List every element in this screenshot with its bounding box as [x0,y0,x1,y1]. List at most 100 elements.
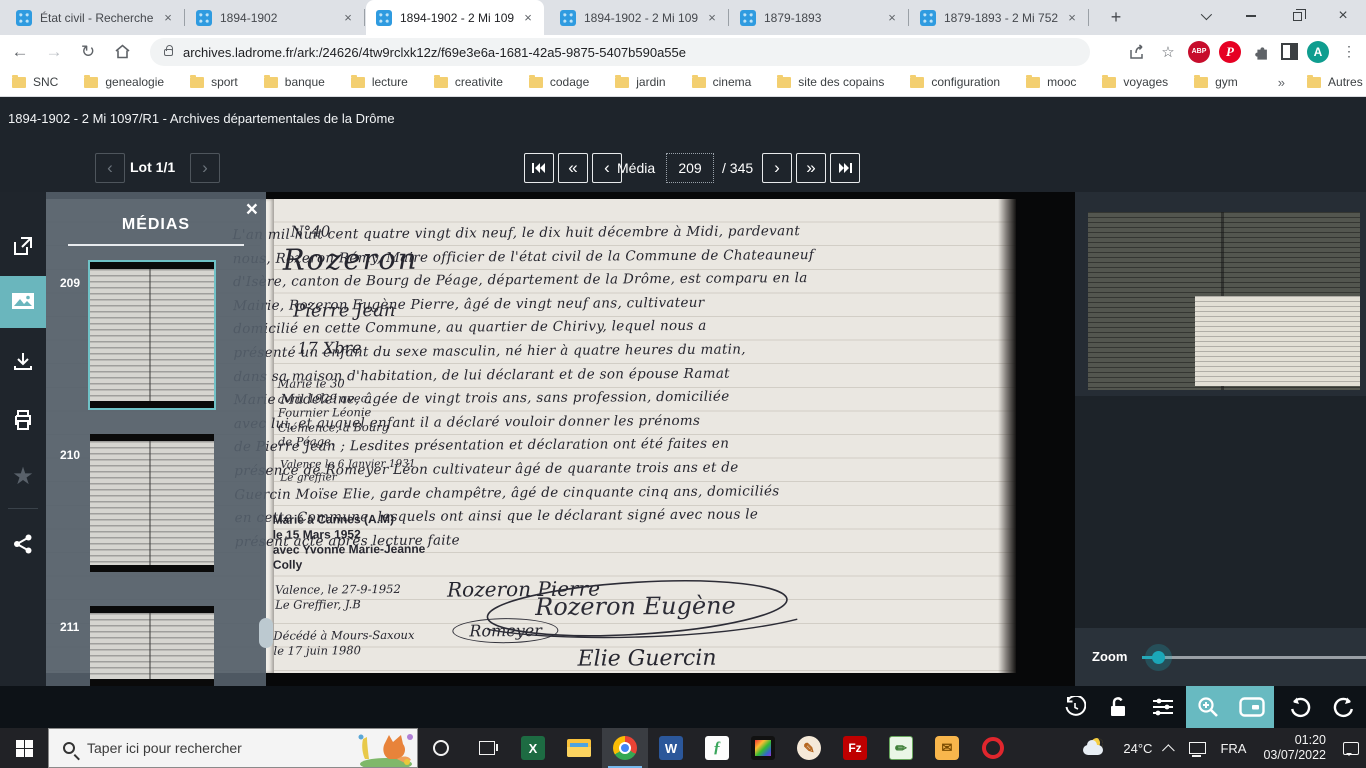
browser-tab[interactable]: État civil - Recherche × [6,0,184,35]
notification-center-button[interactable] [1336,728,1366,768]
media-prev10-button[interactable]: « [558,153,588,183]
pinterest-extension-icon[interactable]: P [1219,41,1241,63]
bookmark-folder[interactable]: configuration [910,75,1000,89]
bookmarks-overflow-icon[interactable]: » [1278,75,1285,90]
thumbnail-image[interactable] [90,606,214,686]
bookmark-folder[interactable]: creativite [434,75,503,89]
bookmark-folder[interactable]: gym [1194,75,1238,89]
download-button[interactable] [0,340,46,384]
browser-tab[interactable]: 1879-1893 × [730,0,908,35]
zoom-slider-thumb[interactable] [1152,651,1165,664]
panel-scrollbar-handle[interactable] [259,618,273,648]
favorite-star-button[interactable]: ★ [0,454,46,498]
taskbar-app-mail[interactable]: ✉ [924,728,970,768]
open-external-button[interactable] [0,224,46,268]
bookmark-folder[interactable]: mooc [1026,75,1076,89]
restore-button[interactable] [1274,0,1320,32]
network-icon[interactable] [1182,728,1213,768]
media-last-button[interactable] [830,153,860,183]
taskbar-app-opera[interactable] [970,728,1016,768]
tray-expand-button[interactable] [1159,728,1182,768]
temperature-label[interactable]: 24°C [1116,728,1159,768]
lock-icon[interactable] [164,49,173,56]
unlock-button[interactable] [1096,686,1140,728]
clock[interactable]: 01:20 03/07/2022 [1253,733,1336,763]
task-view-button[interactable] [464,728,510,768]
medias-panel-close-icon[interactable]: × [246,200,258,220]
tab-close-icon[interactable]: × [704,10,720,26]
zoom-in-tool-button[interactable] [1186,686,1230,728]
tab-search-button[interactable] [1182,0,1228,32]
split-square-extension-icon[interactable] [1281,43,1298,60]
bookmark-folder[interactable]: voyages [1102,75,1168,89]
adblock-extension-icon[interactable]: ABP [1188,41,1210,63]
browser-tab[interactable]: 1879-1893 - 2 Mi 752 × [910,0,1088,35]
browser-tab[interactable]: 1894-1902 - 2 Mi 109 × [366,0,544,35]
minimap-page-thumbnail[interactable] [1088,212,1360,390]
profile-avatar[interactable]: A [1307,41,1329,63]
new-tab-button[interactable]: + [1103,5,1129,31]
back-button[interactable]: ← [6,38,34,66]
minimize-button[interactable] [1228,0,1274,32]
other-bookmarks-button[interactable]: Autres favoris [1307,75,1366,89]
share-button[interactable] [0,522,46,566]
reload-button[interactable]: ↻ [74,38,102,66]
bookmark-folder[interactable]: jardin [615,75,665,89]
tab-close-icon[interactable]: × [884,10,900,26]
lot-prev-button[interactable]: ‹ [95,153,125,183]
language-indicator[interactable]: FRA [1213,728,1253,768]
media-number-input[interactable] [666,153,714,183]
taskbar-app-word[interactable]: W [648,728,694,768]
browser-tab[interactable]: 1894-1902 - 2 Mi 109 × [550,0,728,35]
history-restore-button[interactable] [1053,686,1097,728]
minimap-toggle-button[interactable] [1230,686,1274,728]
tab-close-icon[interactable]: × [520,10,536,26]
zoom-slider[interactable] [1142,656,1366,659]
act-body-text: L'an mil huit cent quatre vingt dix neuf… [233,223,810,557]
bookmark-star-icon[interactable]: ☆ [1157,41,1179,63]
taskbar-app-filezilla[interactable]: Fz [832,728,878,768]
taskbar-app-file-explorer[interactable] [556,728,602,768]
taskbar-app-paint[interactable]: ✎ [786,728,832,768]
forward-button[interactable]: → [40,38,68,66]
taskbar-app-feather-writer[interactable]: ƒ [694,728,740,768]
tab-close-icon[interactable]: × [340,10,356,26]
print-button[interactable] [0,398,46,442]
tab-close-icon[interactable]: × [160,10,176,26]
browser-tab[interactable]: 1894-1902 × [186,0,364,35]
minimap-viewport-rectangle[interactable] [1195,296,1360,386]
media-next10-button[interactable]: » [796,153,826,183]
weather-icon[interactable] [1076,728,1116,768]
extensions-puzzle-icon[interactable] [1250,41,1272,63]
taskbar-app-media-viewer[interactable] [740,728,786,768]
address-bar[interactable]: archives.ladrome.fr/ark:/24626/4tw9rclxk… [150,38,1090,66]
tab-close-icon[interactable]: × [1064,10,1080,26]
media-next-button[interactable]: › [762,153,792,183]
bookmark-folder[interactable]: banque [264,75,325,89]
rotate-ccw-button[interactable] [1278,686,1322,728]
media-panel-button[interactable] [0,276,46,328]
bookmark-folder[interactable]: site des copains [777,75,884,89]
adjustments-sliders-button[interactable] [1141,686,1185,728]
share-icon[interactable] [1126,41,1148,63]
close-window-button[interactable]: × [1320,0,1366,32]
bookmark-folder[interactable]: sport [190,75,238,89]
taskbar-app-chrome-active[interactable] [602,728,648,768]
bookmark-folder[interactable]: SNC [12,75,58,89]
thumbnail-image[interactable] [90,434,214,572]
lot-next-button[interactable]: › [190,153,220,183]
start-button[interactable] [0,728,48,768]
media-first-button[interactable] [524,153,554,183]
bookmark-folder[interactable]: lecture [351,75,408,89]
thumbnail-image[interactable] [90,262,214,408]
bookmark-folder[interactable]: cinema [692,75,752,89]
home-button[interactable] [108,38,136,66]
bookmark-folder[interactable]: codage [529,75,589,89]
cortana-button[interactable] [418,728,464,768]
taskbar-search-box[interactable]: Taper ici pour rechercher [48,728,418,768]
taskbar-app-notes[interactable]: ✏ [878,728,924,768]
browser-menu-icon[interactable]: ⋮ [1338,41,1360,63]
rotate-cw-button[interactable] [1322,686,1366,728]
taskbar-app-excel[interactable]: X [510,728,556,768]
bookmark-folder[interactable]: genealogie [84,75,164,89]
